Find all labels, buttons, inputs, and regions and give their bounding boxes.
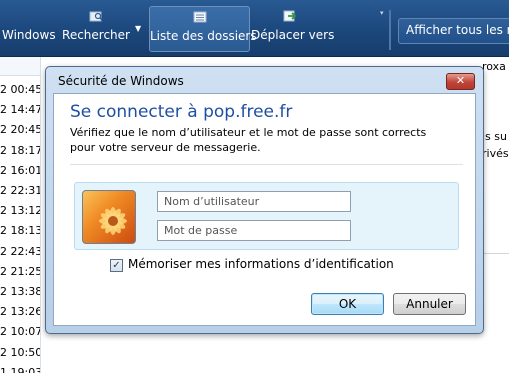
toolbar-overflow-icon[interactable]: ▾ [380,9,384,17]
folder-list-icon [193,11,207,23]
preview-text-line: roxa [482,60,506,73]
message-row-time[interactable]: 2 16:01 [0,164,40,177]
message-row-time[interactable]: 2 22:31 [0,184,40,197]
cancel-button[interactable]: Annuler [393,293,466,315]
afficher-tous-button[interactable]: Afficher tous les me [398,18,509,44]
flower-avatar-icon [82,190,136,244]
message-row-time[interactable]: 2 14:47 [0,103,40,116]
dialog-divider [70,164,463,165]
dialog-description: Vérifiez que le nom d’utilisateur et le … [70,126,427,154]
ok-button[interactable]: OK [311,293,384,315]
message-row-time[interactable]: 2 18:17 [0,144,40,157]
password-field[interactable] [157,220,351,241]
preview-pane: roxa is su rivés [482,57,509,373]
rechercher-button-label: Rechercher [62,28,130,42]
message-row-time[interactable]: 2 22:43 [0,245,40,258]
windows-security-dialog: Sécurité de Windows ✕ Se connecter à pop… [45,66,484,334]
message-row-time[interactable]: 2 00:45 [0,83,40,96]
mail-toolbar: Windows Rechercher ▼ Liste des dossiers … [0,0,509,57]
message-row-time[interactable]: 2 13:12 [0,204,40,217]
preview-divider [482,253,509,254]
windows-button-label: Windows [2,28,56,42]
message-row-time[interactable]: 2 10:50 [0,346,40,359]
afficher-tous-label: Afficher tous les me [406,23,509,37]
close-button[interactable]: ✕ [446,73,475,90]
message-row-time[interactable]: 1 19:03 [0,366,40,373]
message-row-time[interactable]: 2 20:45 [0,123,40,136]
remember-checkbox[interactable]: ✓ [110,259,123,272]
windows-button[interactable]: Windows [0,6,56,50]
search-folder-icon [89,10,103,22]
rechercher-button[interactable]: Rechercher [62,6,130,50]
checkmark-icon: ✓ [112,260,121,271]
message-list: 2 00:45 2 14:47 2 20:45 2 18:17 2 16:01 2 22:… [0,57,41,373]
deplacer-vers-label: Déplacer vers [251,28,335,42]
credential-tile[interactable] [74,182,459,250]
preview-text-line: rivés [482,147,509,160]
message-list-header [0,57,40,76]
liste-dossiers-label: Liste des dossiers [150,29,257,43]
dialog-heading: Se connecter à pop.free.fr [70,102,293,122]
liste-dossiers-button[interactable]: Liste des dossiers [149,6,257,52]
dialog-body: Se connecter à pop.free.fr Vérifiez que … [53,93,476,326]
close-icon: ✕ [455,74,466,87]
message-row-time[interactable]: 2 10:07 [0,325,40,338]
deplacer-vers-button[interactable]: Déplacer vers [251,6,335,50]
message-row-time[interactable]: 2 13:26 [0,305,40,318]
toolbar-separator [389,10,391,50]
username-field[interactable] [157,191,351,212]
dialog-title: Sécurité de Windows [58,74,184,88]
preview-text-line: is su [482,130,507,143]
remember-label: Mémoriser mes informations d’identificat… [128,257,394,271]
message-row-time[interactable]: 2 13:38 [0,285,40,298]
ok-button-label: OK [338,297,357,311]
message-row-time[interactable]: 2 18:13 [0,224,40,237]
rechercher-dropdown-icon[interactable]: ▼ [135,24,145,34]
cancel-button-label: Annuler [406,297,453,311]
move-to-folder-icon [283,10,297,22]
message-row-time[interactable]: 2 21:25 [0,265,40,278]
